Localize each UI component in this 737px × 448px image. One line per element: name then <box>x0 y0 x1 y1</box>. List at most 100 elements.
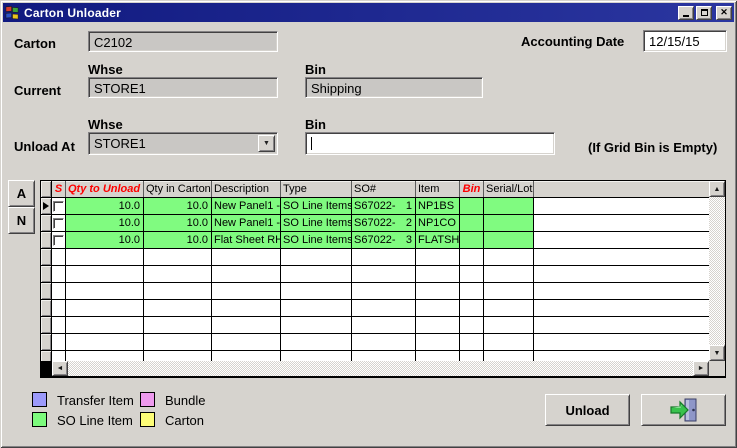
scroll-left-button[interactable]: ◄ <box>52 361 68 376</box>
grid-cell[interactable] <box>281 283 352 299</box>
vertical-scroll-track[interactable] <box>709 197 725 345</box>
combo-dropdown-button[interactable]: ▼ <box>258 135 275 152</box>
grid-cell[interactable] <box>460 317 484 333</box>
accounting-date-field[interactable]: 12/15/15 <box>643 30 727 52</box>
grid-cell[interactable] <box>352 249 416 265</box>
grid-cell[interactable] <box>352 283 416 299</box>
select-checkbox-cell[interactable] <box>52 232 66 248</box>
cell-qty-to-unload[interactable]: 10.0 <box>66 215 144 231</box>
grid-cell[interactable] <box>212 334 281 350</box>
grid-cell[interactable] <box>144 300 212 316</box>
grid-cell[interactable] <box>460 300 484 316</box>
grid-cell[interactable] <box>484 334 534 350</box>
row-selector-cell[interactable] <box>41 215 52 231</box>
grid-cell[interactable] <box>212 266 281 282</box>
minimize-button[interactable] <box>678 6 694 20</box>
select-all-button[interactable]: A <box>8 180 35 207</box>
grid-cell[interactable] <box>484 283 534 299</box>
grid-cell[interactable] <box>281 300 352 316</box>
grid-empty-row[interactable] <box>41 266 709 283</box>
grid-cell[interactable] <box>52 334 66 350</box>
titlebar[interactable]: Carton Unloader ✕ <box>3 3 734 22</box>
cell-bin[interactable] <box>460 232 484 248</box>
grid-cell[interactable] <box>52 266 66 282</box>
grid-cell[interactable] <box>352 317 416 333</box>
scroll-down-button[interactable]: ▼ <box>709 345 725 361</box>
grid-empty-row[interactable] <box>41 334 709 351</box>
grid-cell[interactable] <box>66 266 144 282</box>
cell-bin[interactable] <box>460 198 484 214</box>
cell-serial-lot[interactable] <box>484 198 534 214</box>
grid-cell[interactable] <box>352 300 416 316</box>
scroll-up-button[interactable]: ▲ <box>709 181 725 197</box>
grid-cell[interactable] <box>144 283 212 299</box>
grid-cell[interactable] <box>66 249 144 265</box>
unload-button[interactable]: Unload <box>545 394 630 426</box>
grid-cell[interactable] <box>416 249 460 265</box>
grid-cell[interactable] <box>281 266 352 282</box>
grid-cell[interactable] <box>66 283 144 299</box>
select-checkbox-cell[interactable] <box>52 198 66 214</box>
row-selector-cell[interactable] <box>41 232 52 248</box>
grid-cell[interactable] <box>416 266 460 282</box>
cell-qty-to-unload[interactable]: 10.0 <box>66 198 144 214</box>
grid-cell[interactable] <box>281 249 352 265</box>
grid-cell[interactable] <box>460 351 484 361</box>
grid-cell[interactable] <box>352 334 416 350</box>
row-checkbox[interactable] <box>53 235 64 246</box>
grid-cell[interactable] <box>144 249 212 265</box>
cell-bin[interactable] <box>460 215 484 231</box>
grid-row-1[interactable]: 10.0 10.0 New Panel1 - SO Line Items S67… <box>41 198 709 215</box>
cell-serial-lot[interactable] <box>484 215 534 231</box>
grid-cell[interactable] <box>460 249 484 265</box>
cell-qty-to-unload[interactable]: 10.0 <box>66 232 144 248</box>
grid-cell[interactable] <box>66 351 144 361</box>
unload-whse-combo[interactable]: STORE1 ▼ <box>88 132 278 155</box>
unload-bin-input[interactable] <box>305 132 555 155</box>
grid-cell[interactable] <box>484 249 534 265</box>
grid-cell[interactable] <box>212 249 281 265</box>
grid-cell[interactable] <box>484 266 534 282</box>
grid-empty-row[interactable] <box>41 300 709 317</box>
exit-button[interactable] <box>641 394 726 426</box>
grid-cell[interactable] <box>144 351 212 361</box>
row-selector-cell[interactable] <box>41 198 52 214</box>
select-none-button[interactable]: N <box>8 207 35 234</box>
grid-empty-row[interactable] <box>41 317 709 334</box>
grid-horizontal-scrollbar[interactable]: ◄ ► <box>41 361 709 376</box>
grid-cell[interactable] <box>66 300 144 316</box>
grid-cell[interactable] <box>416 334 460 350</box>
grid-cell[interactable] <box>281 351 352 361</box>
grid-empty-row[interactable] <box>41 283 709 300</box>
grid-cell[interactable] <box>484 300 534 316</box>
grid-cell[interactable] <box>66 317 144 333</box>
grid-cell[interactable] <box>281 334 352 350</box>
grid-cell[interactable] <box>460 266 484 282</box>
grid-cell[interactable] <box>352 351 416 361</box>
grid-cell[interactable] <box>352 266 416 282</box>
row-checkbox[interactable] <box>53 201 64 212</box>
select-checkbox-cell[interactable] <box>52 215 66 231</box>
grid-cell[interactable] <box>52 351 66 361</box>
grid-cell[interactable] <box>66 334 144 350</box>
maximize-button[interactable] <box>696 6 712 20</box>
cell-serial-lot[interactable] <box>484 232 534 248</box>
grid-cell[interactable] <box>460 334 484 350</box>
scroll-right-button[interactable]: ► <box>693 361 709 376</box>
grid-row-2[interactable]: 10.0 10.0 New Panel1 - SO Line Items S67… <box>41 215 709 232</box>
grid-vertical-scrollbar[interactable]: ▲ ▼ <box>709 181 725 361</box>
grid-cell[interactable] <box>52 317 66 333</box>
grid-cell[interactable] <box>144 334 212 350</box>
grid-cell[interactable] <box>144 317 212 333</box>
grid-cell[interactable] <box>144 266 212 282</box>
grid-cell[interactable] <box>416 351 460 361</box>
grid-cell[interactable] <box>52 300 66 316</box>
grid-cell[interactable] <box>484 317 534 333</box>
grid-cell[interactable] <box>281 317 352 333</box>
grid-cell[interactable] <box>212 283 281 299</box>
grid-cell[interactable] <box>484 351 534 361</box>
close-button[interactable]: ✕ <box>716 6 732 20</box>
horizontal-scroll-track[interactable] <box>68 361 693 376</box>
grid-empty-row[interactable] <box>41 351 709 361</box>
grid-row-3[interactable]: 10.0 10.0 Flat Sheet RH SO Line Items S6… <box>41 232 709 249</box>
